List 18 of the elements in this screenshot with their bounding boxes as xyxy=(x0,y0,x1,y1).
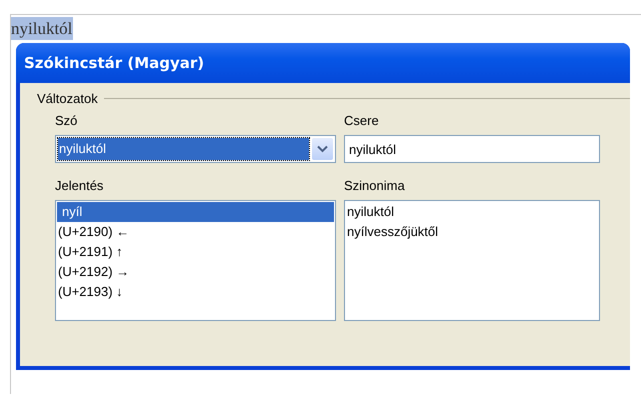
window-title: Szókincstár (Magyar) xyxy=(24,54,204,72)
dropdown-button[interactable] xyxy=(312,138,333,160)
replace-input-field[interactable]: nyiluktól xyxy=(344,135,600,163)
list-item[interactable]: (U+2190) ← xyxy=(57,222,334,242)
selected-text: nyiluktól xyxy=(11,17,74,40)
field-label: Szinonima xyxy=(344,177,405,194)
list-item[interactable]: nyíl xyxy=(57,202,334,222)
list-item[interactable]: (U+2191) ↑ xyxy=(57,242,334,262)
word-combobox[interactable]: nyiluktól xyxy=(55,135,336,163)
chevron-down-icon xyxy=(317,145,328,153)
list-item[interactable]: nyiluktól xyxy=(346,202,598,222)
list-item[interactable]: nyílvesszőjüktől xyxy=(346,222,598,242)
group-label: Változatok xyxy=(37,91,98,106)
field-label: Szó xyxy=(55,112,78,129)
list-item[interactable]: (U+2192) → xyxy=(57,262,334,282)
list-item[interactable]: (U+2193) ↓ xyxy=(57,282,334,302)
field-label: Jelentés xyxy=(55,177,104,194)
field-label: Csere xyxy=(344,112,379,129)
